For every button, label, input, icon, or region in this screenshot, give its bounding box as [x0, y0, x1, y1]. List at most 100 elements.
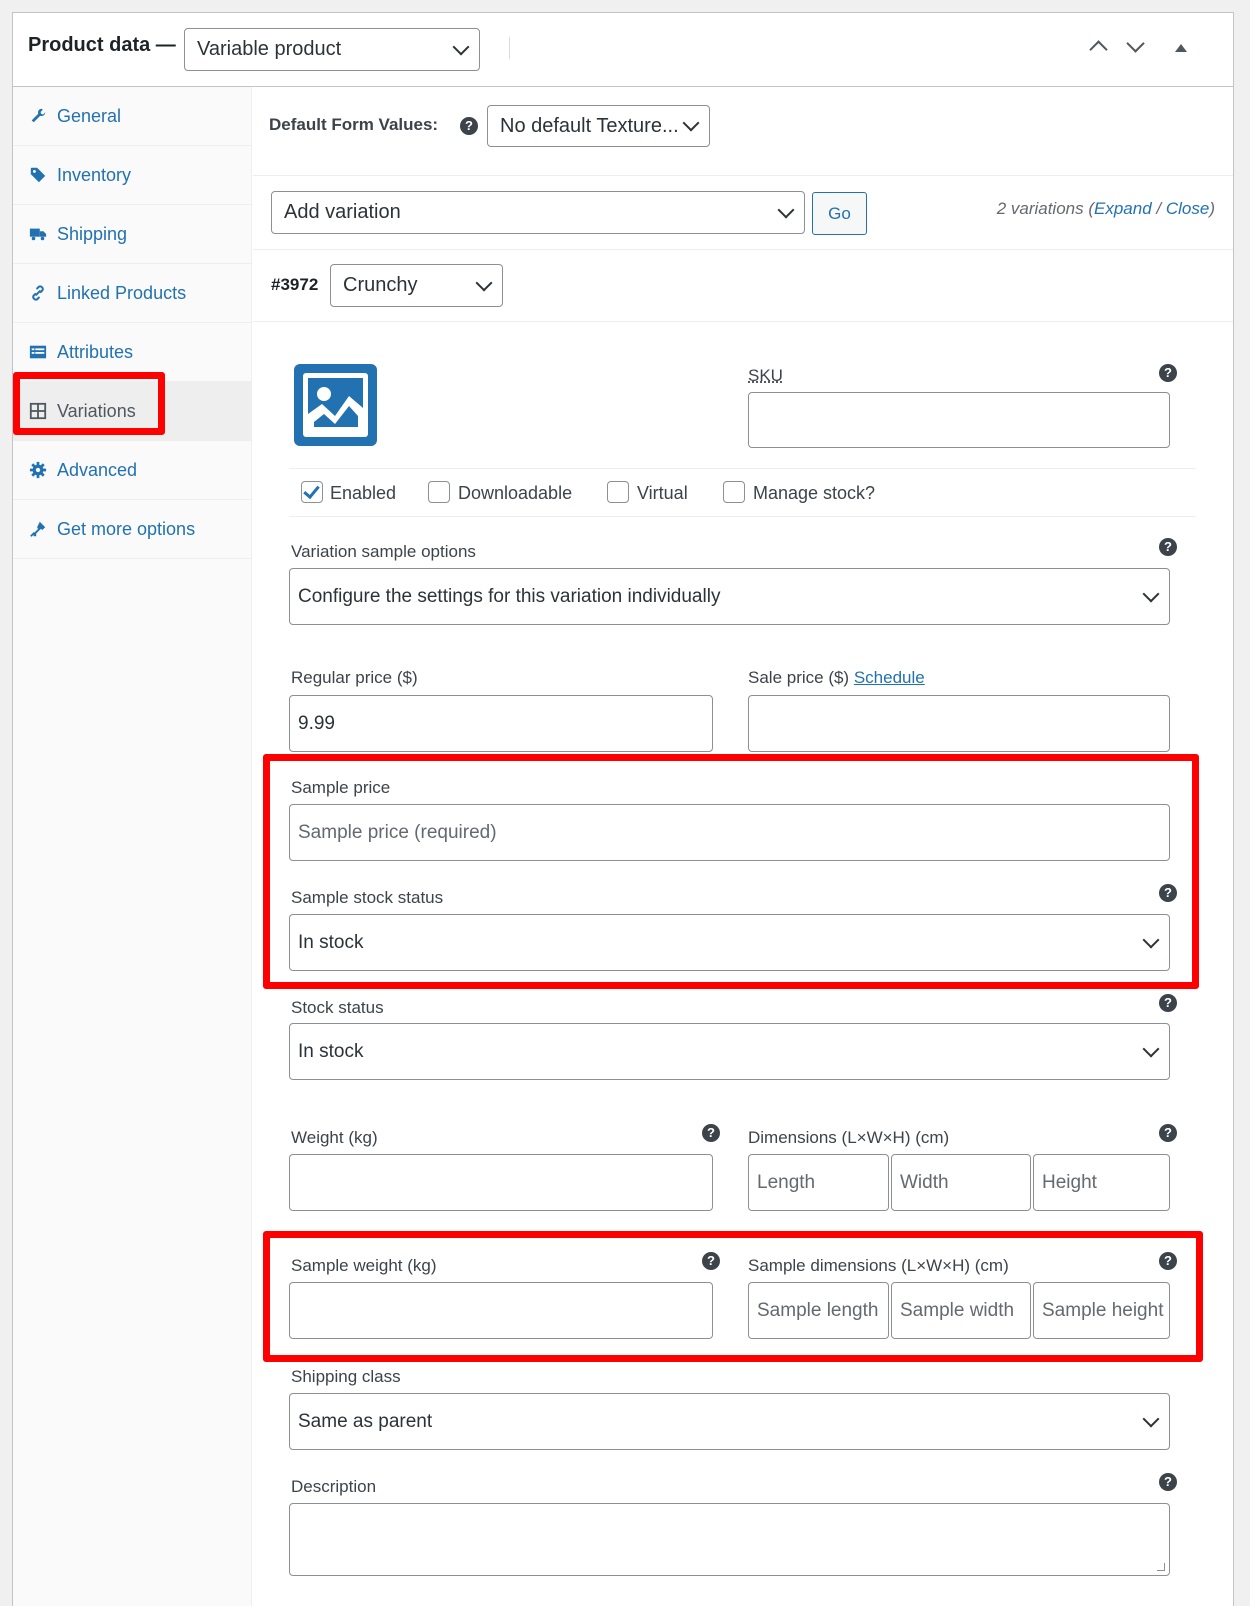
shipping-class-label: Shipping class: [291, 1367, 401, 1386]
tab-label: Get more options: [57, 518, 196, 539]
divider: [253, 249, 1233, 250]
enabled-label: Enabled: [330, 483, 397, 503]
variations-panel: Default Form Values: ? No default Textur…: [253, 87, 1233, 1606]
tab-label: Attributes: [57, 341, 134, 362]
divider: [289, 516, 1196, 517]
move-down-icon[interactable]: [1126, 34, 1145, 53]
tab-linked-products[interactable]: Linked Products: [13, 264, 251, 323]
help-icon[interactable]: ?: [1159, 364, 1177, 382]
help-icon[interactable]: ?: [1159, 1473, 1177, 1491]
tab-label: General: [57, 105, 122, 126]
help-icon[interactable]: ?: [1159, 538, 1177, 556]
truck-icon: [29, 228, 47, 241]
product-data-tabs: General Inventory Shipping Linked Produc…: [13, 87, 252, 1606]
regular-price-input[interactable]: 9.99: [289, 695, 713, 752]
width-input[interactable]: Width: [891, 1154, 1031, 1211]
height-placeholder: Height: [1042, 1171, 1097, 1193]
wrench-icon: [31, 108, 46, 123]
sample-options-value: Configure the settings for this variatio…: [298, 585, 721, 607]
product-type-select[interactable]: Variable product: [184, 28, 480, 71]
enabled-checkbox[interactable]: [301, 481, 323, 503]
weight-input[interactable]: [289, 1154, 713, 1211]
texture-select[interactable]: Crunchy: [330, 264, 503, 307]
chevron-down-icon: [1142, 1410, 1160, 1427]
default-form-label: Default Form Values:: [269, 115, 439, 134]
stock-status-value: In stock: [298, 1040, 364, 1062]
tab-advanced[interactable]: Advanced: [13, 441, 251, 500]
manage-stock-label: Manage stock?: [753, 483, 876, 503]
checkmark-icon: [303, 481, 320, 500]
downloadable-label: Downloadable: [458, 483, 573, 503]
tab-get-more-options[interactable]: Get more options: [13, 500, 251, 559]
gear-icon: [29, 461, 47, 479]
chevron-down-icon: [452, 38, 470, 55]
description-textarea[interactable]: [289, 1503, 1170, 1576]
shipping-class-select[interactable]: Same as parent: [289, 1393, 1170, 1450]
length-input[interactable]: Length: [748, 1154, 889, 1211]
tab-label: Advanced: [57, 459, 138, 480]
height-input[interactable]: Height: [1033, 1154, 1170, 1211]
plugin-icon: [30, 521, 46, 537]
chevron-down-icon: [475, 274, 493, 291]
tab-label: Linked Products: [57, 282, 187, 303]
sku-input[interactable]: [748, 392, 1170, 448]
chevron-down-icon: [1142, 585, 1160, 602]
add-variation-value: Add variation: [284, 201, 401, 223]
add-variation-select[interactable]: Add variation: [271, 191, 805, 234]
product-data-title: Product data —: [28, 34, 176, 56]
stock-status-label: Stock status: [291, 998, 384, 1017]
sale-price-input[interactable]: [748, 695, 1170, 752]
default-texture-select[interactable]: No default Texture...: [487, 105, 710, 147]
help-icon[interactable]: ?: [1159, 1124, 1177, 1142]
length-placeholder: Length: [757, 1171, 816, 1193]
sale-price-label: Sale price ($) Schedule: [748, 668, 925, 687]
width-placeholder: Width: [900, 1171, 949, 1193]
sku-label: SKU: [748, 366, 783, 385]
highlight-sample-weight-dimensions: [263, 1231, 1203, 1362]
tab-general[interactable]: General: [13, 87, 251, 146]
stock-status-select[interactable]: In stock: [289, 1023, 1170, 1080]
manage-stock-checkbox[interactable]: [723, 481, 745, 503]
default-texture-value: No default Texture...: [500, 114, 679, 137]
divider: [253, 321, 1233, 322]
move-up-icon[interactable]: [1089, 40, 1108, 59]
close-link[interactable]: Close: [1166, 199, 1209, 218]
weight-label: Weight (kg): [291, 1128, 378, 1147]
product-data-panel: Product data — Variable product General …: [12, 12, 1234, 1606]
variation-id: #3972: [271, 275, 319, 294]
image-upload-icon[interactable]: [294, 364, 377, 446]
highlight-sample-price-stock: [263, 754, 1199, 989]
schedule-link[interactable]: Schedule: [854, 668, 925, 687]
resize-handle-icon[interactable]: [1157, 1563, 1165, 1571]
product-type-value: Variable product: [197, 38, 342, 60]
regular-price-label: Regular price ($): [291, 668, 418, 687]
link-icon: [32, 285, 44, 301]
virtual-checkbox[interactable]: [607, 481, 629, 503]
downloadable-checkbox[interactable]: [428, 481, 450, 503]
header-divider: [509, 37, 510, 59]
help-icon[interactable]: ?: [702, 1124, 720, 1142]
variations-count: 2 variations (Expand / Close): [996, 199, 1215, 218]
virtual-label: Virtual: [637, 483, 688, 503]
shipping-class-value: Same as parent: [298, 1410, 433, 1432]
description-label: Description: [291, 1477, 377, 1496]
chevron-down-icon: [777, 201, 795, 218]
divider: [253, 175, 1233, 176]
list-icon: [29, 345, 47, 359]
go-button[interactable]: Go: [812, 192, 867, 235]
product-data-header: Product data — Variable product: [13, 13, 1233, 87]
help-icon[interactable]: ?: [460, 117, 478, 135]
tab-label: Inventory: [57, 164, 132, 185]
tab-inventory[interactable]: Inventory: [13, 146, 251, 205]
chevron-down-icon: [1142, 1040, 1160, 1057]
expand-link[interactable]: Expand: [1094, 199, 1152, 218]
sample-options-select[interactable]: Configure the settings for this variatio…: [289, 568, 1170, 625]
chevron-down-icon: [682, 114, 700, 132]
highlight-variations-tab: [13, 372, 165, 435]
dimensions-label: Dimensions (L×W×H) (cm): [748, 1128, 950, 1147]
collapse-toggle-icon[interactable]: [1175, 44, 1187, 52]
texture-value: Crunchy: [343, 274, 418, 296]
tab-label: Shipping: [57, 223, 128, 244]
tab-shipping[interactable]: Shipping: [13, 205, 251, 264]
help-icon[interactable]: ?: [1159, 994, 1177, 1012]
